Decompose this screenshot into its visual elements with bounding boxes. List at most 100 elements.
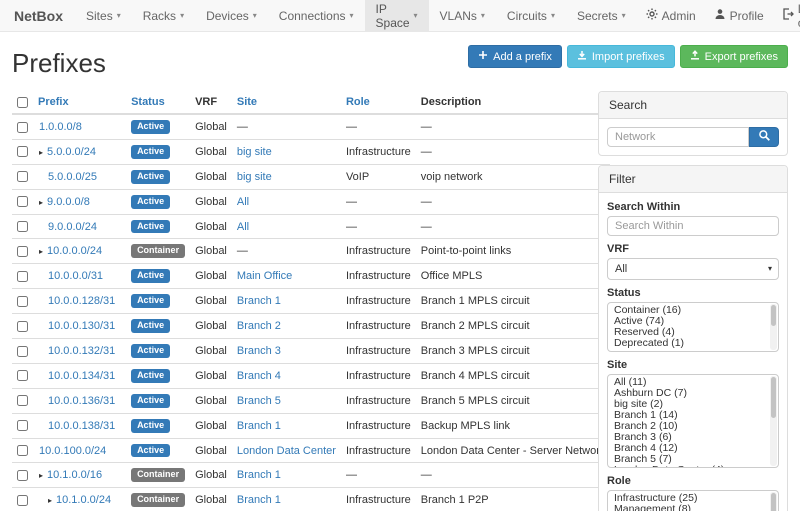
prefix-link[interactable]: 10.1.0.0/16: [47, 469, 102, 481]
prefix-link[interactable]: 10.0.0.134/31: [48, 370, 115, 382]
row-checkbox[interactable]: [17, 196, 28, 207]
user-icon: [714, 8, 726, 23]
site-link[interactable]: Branch 1: [237, 494, 281, 506]
site-link[interactable]: Branch 1: [237, 295, 281, 307]
row-checkbox[interactable]: [17, 321, 28, 332]
listbox-option[interactable]: Infrastructure (25): [614, 493, 764, 504]
prefix-link[interactable]: 5.0.0.0/25: [48, 171, 97, 183]
row-checkbox[interactable]: [17, 370, 28, 381]
site-link[interactable]: big site: [237, 171, 272, 183]
scrollbar[interactable]: [770, 304, 777, 350]
listbox-option[interactable]: Branch 1 (14): [614, 410, 764, 421]
prefix-link[interactable]: 10.0.0.0/31: [48, 270, 103, 282]
prefix-link[interactable]: 10.0.0.0/24: [47, 245, 102, 257]
expand-icon[interactable]: ▸: [39, 148, 43, 157]
column-header-role[interactable]: Role: [341, 91, 416, 114]
nav-item-circuits[interactable]: Circuits▾: [496, 0, 566, 31]
site-link[interactable]: All: [237, 196, 249, 208]
prefix-link[interactable]: 9.0.0.0/8: [47, 196, 90, 208]
listbox-option[interactable]: London Data Center (4): [614, 465, 764, 468]
listbox-option[interactable]: Branch 4 (12): [614, 443, 764, 454]
site-listbox[interactable]: All (11)Ashburn DC (7)big site (2)Branch…: [607, 374, 779, 468]
column-header-prefix[interactable]: Prefix: [33, 91, 126, 114]
nav-item-ip-space[interactable]: IP Space▾: [365, 0, 429, 31]
expand-icon[interactable]: ▸: [39, 247, 43, 256]
prefix-link[interactable]: 10.0.0.128/31: [48, 295, 115, 307]
listbox-option[interactable]: Branch 2 (10): [614, 421, 764, 432]
row-checkbox[interactable]: [17, 171, 28, 182]
prefix-link[interactable]: 10.0.100.0/24: [39, 445, 106, 457]
select-all-checkbox[interactable]: [17, 97, 28, 108]
add-prefix-button[interactable]: Add a prefix: [468, 45, 562, 68]
row-checkbox[interactable]: [17, 445, 28, 456]
listbox-option[interactable]: Deprecated (1): [614, 338, 764, 349]
site-link[interactable]: London Data Center: [237, 445, 336, 457]
vrf-select[interactable]: All ▾: [607, 258, 779, 280]
row-checkbox[interactable]: [17, 146, 28, 157]
nav-item-sites[interactable]: Sites▾: [75, 0, 132, 31]
listbox-option[interactable]: Active (74): [614, 316, 764, 327]
status-badge: Active: [131, 444, 170, 458]
row-checkbox[interactable]: [17, 346, 28, 357]
prefix-link[interactable]: 10.0.0.138/31: [48, 420, 115, 432]
nav-item-devices[interactable]: Devices▾: [195, 0, 268, 31]
prefix-link[interactable]: 10.1.0.0/24: [56, 494, 111, 506]
row-checkbox[interactable]: [17, 470, 28, 481]
site-link[interactable]: Main Office: [237, 270, 292, 282]
site-link[interactable]: Branch 1: [237, 469, 281, 481]
scrollbar[interactable]: [770, 376, 777, 466]
role-listbox[interactable]: Infrastructure (25)Management (8)Private…: [607, 490, 779, 511]
status-listbox[interactable]: Container (16)Active (74)Reserved (4)Dep…: [607, 302, 779, 352]
nav-item-admin[interactable]: Admin: [637, 0, 705, 31]
scrollbar[interactable]: [770, 492, 777, 511]
nav-item-vlans[interactable]: VLANs▾: [429, 0, 496, 31]
row-checkbox[interactable]: [17, 395, 28, 406]
listbox-option[interactable]: Ashburn DC (7): [614, 388, 764, 399]
listbox-option[interactable]: All (11): [614, 377, 764, 388]
expand-icon[interactable]: ▸: [48, 496, 52, 505]
listbox-option[interactable]: Branch 5 (7): [614, 454, 764, 465]
site-link[interactable]: Branch 3: [237, 345, 281, 357]
row-checkbox[interactable]: [17, 495, 28, 506]
nav-item-log-out[interactable]: Log out: [773, 0, 800, 31]
role-cell: Infrastructure: [341, 339, 416, 364]
search-input[interactable]: [607, 127, 749, 147]
row-checkbox[interactable]: [17, 122, 28, 133]
search-button[interactable]: [749, 127, 779, 147]
prefix-link[interactable]: 10.0.0.136/31: [48, 395, 115, 407]
site-link[interactable]: Branch 2: [237, 320, 281, 332]
listbox-option[interactable]: Management (8): [614, 504, 764, 511]
site-link[interactable]: Branch 1: [237, 420, 281, 432]
status-cell: Active: [126, 388, 190, 413]
import-prefixes-button[interactable]: Import prefixes: [567, 45, 675, 68]
prefix-link[interactable]: 1.0.0.0/8: [39, 121, 82, 133]
nav-item-racks[interactable]: Racks▾: [132, 0, 195, 31]
export-prefixes-button[interactable]: Export prefixes: [680, 45, 788, 68]
column-header-status[interactable]: Status: [126, 91, 190, 114]
listbox-option[interactable]: Branch 3 (6): [614, 432, 764, 443]
navbar-brand[interactable]: NetBox: [8, 0, 75, 31]
site-link[interactable]: Branch 5: [237, 395, 281, 407]
listbox-option[interactable]: Reserved (4): [614, 327, 764, 338]
search-within-input[interactable]: [607, 216, 779, 236]
listbox-option[interactable]: Container (16): [614, 305, 764, 316]
row-checkbox[interactable]: [17, 271, 28, 282]
column-header-site[interactable]: Site: [232, 91, 341, 114]
nav-item-secrets[interactable]: Secrets▾: [566, 0, 637, 31]
nav-item-profile[interactable]: Profile: [705, 0, 773, 31]
listbox-option[interactable]: big site (2): [614, 399, 764, 410]
expand-icon[interactable]: ▸: [39, 471, 43, 480]
prefix-link[interactable]: 5.0.0.0/24: [47, 146, 96, 158]
row-checkbox[interactable]: [17, 296, 28, 307]
site-link[interactable]: Branch 4: [237, 370, 281, 382]
row-checkbox[interactable]: [17, 246, 28, 257]
site-link[interactable]: big site: [237, 146, 272, 158]
row-checkbox[interactable]: [17, 420, 28, 431]
prefix-link[interactable]: 9.0.0.0/24: [48, 221, 97, 233]
prefix-link[interactable]: 10.0.0.132/31: [48, 345, 115, 357]
site-link[interactable]: All: [237, 221, 249, 233]
expand-icon[interactable]: ▸: [39, 198, 43, 207]
row-checkbox[interactable]: [17, 221, 28, 232]
nav-item-connections[interactable]: Connections▾: [268, 0, 365, 31]
prefix-link[interactable]: 10.0.0.130/31: [48, 320, 115, 332]
